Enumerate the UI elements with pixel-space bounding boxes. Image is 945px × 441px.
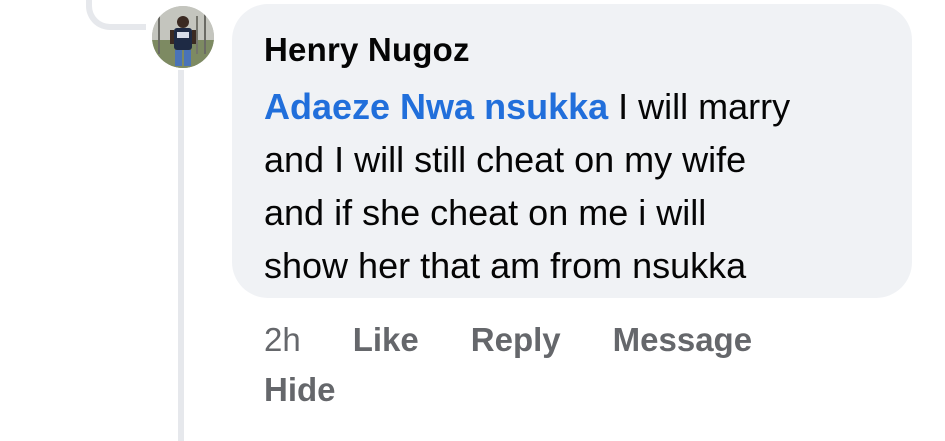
comment-text-line-2: and I will still cheat on my wife: [264, 139, 747, 180]
reply-button[interactable]: Reply: [471, 321, 561, 359]
mentioned-user-link[interactable]: Adaeze Nwa nsukka: [264, 86, 608, 127]
hide-button[interactable]: Hide: [264, 368, 336, 412]
comment-author[interactable]: Henry Nugoz: [264, 28, 912, 72]
comment-text: Adaeze Nwa nsukka I will marry and I wil…: [264, 80, 884, 292]
thread-connector-line: [178, 70, 184, 441]
comment-timestamp[interactable]: 2h: [264, 321, 301, 359]
person-photo-icon: [152, 6, 214, 68]
message-button[interactable]: Message: [613, 321, 752, 359]
avatar[interactable]: [152, 6, 214, 68]
like-button[interactable]: Like: [353, 321, 419, 359]
comment-bubble: Henry Nugoz Adaeze Nwa nsukka I will mar…: [232, 4, 912, 298]
comment-thread: Henry Nugoz Adaeze Nwa nsukka I will mar…: [0, 0, 945, 441]
comment-text-line-1: I will marry: [608, 86, 791, 127]
comment-actions: 2h Like Reply Message: [264, 318, 752, 362]
comment-text-line-4: show her that am from nsukka: [264, 245, 747, 286]
comment-text-line-3: and if she cheat on me i will: [264, 192, 707, 233]
thread-connector-curve: [86, 0, 146, 30]
